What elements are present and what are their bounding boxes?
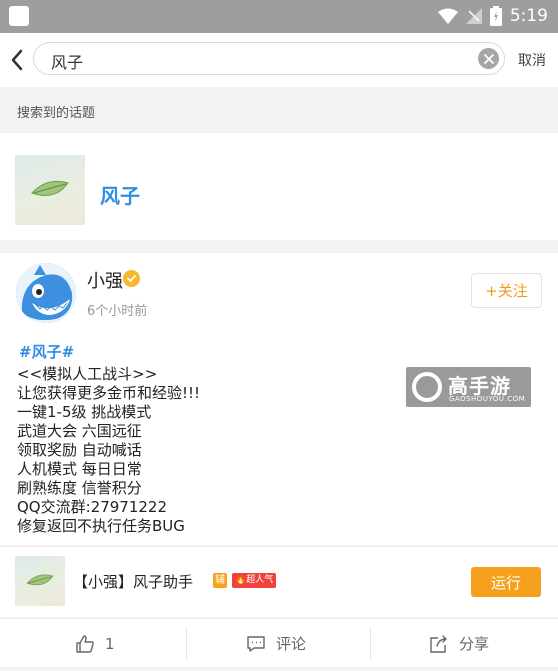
status-time: 5:19 [509,6,548,26]
post-body: <<模拟人工战斗>> 让您获得更多金币和经验!!! 一键1-5级 挑战模式 武道… [17,365,200,536]
watermark-logo-icon [412,372,442,402]
action-bar: 1 评论 分享 [0,618,558,667]
post-time: 6个小时前 [87,304,148,319]
post-line: 一键1-5级 挑战模式 [17,403,152,421]
hot-badge: 🔥超人气 [232,573,277,588]
post-line: 武道大会 六国远征 [17,422,142,440]
type-badge: 辅 [213,573,227,588]
like-button[interactable]: 1 [75,619,115,668]
section-header: 搜索到的话题 [0,87,558,133]
verified-icon [123,270,140,287]
topic-thumbnail [15,155,85,225]
post-hashtag[interactable]: #风子# [19,341,74,362]
share-button[interactable]: 分享 [429,619,489,668]
search-input[interactable]: 风子 [33,42,505,75]
status-bar: 5:19 [0,0,558,33]
battery-icon [489,6,502,26]
share-icon [430,634,447,653]
post-card: 小强 6个小时前 +关注 #风子# <<模拟人工战斗>> 让您获得更多金币和经验… [0,253,558,545]
signal-icon [465,8,482,24]
leaf-icon [31,180,69,196]
watermark-sub: GAOSHOUYOU.COM [449,395,526,403]
chevron-left-icon [11,49,23,71]
section-title: 搜索到的话题 [17,106,96,121]
notification-icon [9,6,29,26]
post-line: 领取奖励 自动喊话 [17,441,142,459]
watermark: 高手游 GAOSHOUYOU.COM [406,367,531,407]
run-button[interactable]: 运行 [471,567,541,597]
share-label: 分享 [459,635,490,653]
close-icon [483,53,494,64]
follow-button[interactable]: +关注 [471,273,542,308]
comment-icon [247,635,265,652]
app-row: 【小强】风子助手 辅 🔥超人气 运行 [0,546,558,617]
post-line: <<模拟人工战斗>> [17,365,158,383]
search-query: 风子 [51,53,84,72]
topic-name: 风子 [100,184,140,208]
hot-badge-label: 超人气 [246,575,274,585]
status-icons: 5:19 [437,6,548,26]
shark-avatar-icon [16,263,76,323]
post-line: 刷熟练度 信誉积分 [17,479,142,497]
like-count: 1 [105,634,115,653]
user-name[interactable]: 小强 [87,267,123,293]
post-line: QQ交流群:27971222 [17,498,168,516]
clear-button[interactable] [478,48,499,69]
topic-result[interactable]: 风子 [0,133,558,240]
divider [370,627,371,660]
cancel-button[interactable]: 取消 [518,50,546,70]
thumbs-up-icon [76,634,94,653]
avatar[interactable] [16,263,76,323]
post-line: 人机模式 每日日常 [17,460,142,478]
post-line: 修复返回不执行任务BUG [17,517,185,535]
app-name: 【小强】风子助手 [73,573,194,591]
post-line: 让您获得更多金币和经验!!! [17,384,201,402]
back-button[interactable] [4,45,30,75]
search-bar: 风子 取消 [0,33,558,87]
divider [186,627,187,660]
leaf-icon [26,574,54,586]
wifi-icon [437,8,458,24]
comment-button[interactable]: 评论 [246,619,306,668]
app-icon [15,556,65,606]
comment-label: 评论 [276,635,307,653]
